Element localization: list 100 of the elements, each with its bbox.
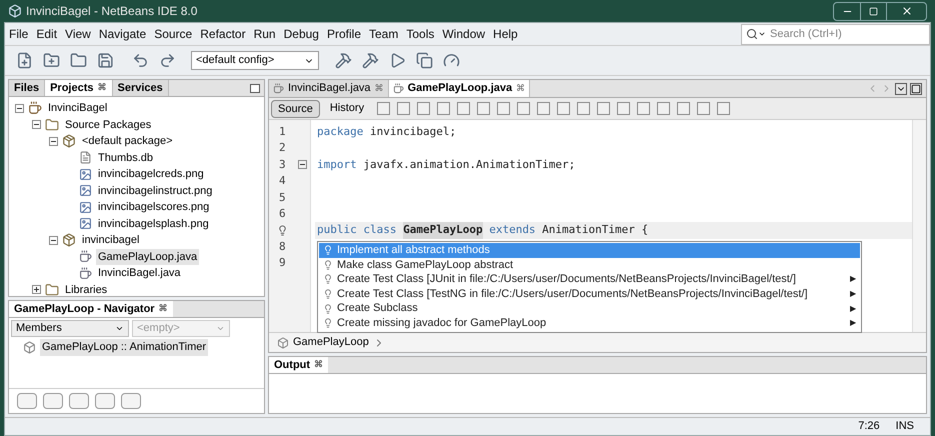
editor-toolbar-icon[interactable] [557, 102, 570, 115]
editor-toolbar-icon[interactable] [477, 102, 490, 115]
menu-item[interactable]: Debug [280, 25, 323, 43]
tree-item[interactable]: invincibagelscores.png [96, 199, 212, 216]
hint-item[interactable]: Create Test Class [TestNG in file:/C:/Users/user/Documents/NetBeansProjects/InvinciBagel/test/] ▶ [319, 286, 860, 302]
lightbulb-icon [323, 260, 333, 270]
hint-item[interactable]: Create Test Class [JUnit in file:/C:/Users/user/Documents/NetBeansProjects/InvinciBagel/test/] ▶ [319, 272, 860, 287]
editor-toolbar-icon[interactable] [497, 102, 510, 115]
tree-item[interactable]: invincibagelsplash.png [96, 216, 211, 232]
tree-item[interactable]: GamePlayLoop.java [96, 248, 200, 265]
panel-tab[interactable]: Projects ⌘ [45, 80, 112, 96]
menu-item[interactable]: File [5, 25, 32, 43]
hint-item[interactable]: Create Subclass ▶ [319, 301, 860, 316]
panel-tab[interactable]: Files [9, 80, 46, 96]
line-number: 6 [279, 206, 286, 222]
line-number: 5 [279, 190, 286, 206]
menu-item[interactable]: Navigate [94, 25, 150, 43]
code-text: AnimationTimer { [541, 222, 648, 238]
java-file-icon [79, 266, 92, 280]
lightbulb-icon [323, 289, 333, 300]
code-text: invincibagel; [368, 124, 456, 140]
code-keyword: public class [317, 222, 398, 238]
panel-title[interactable]: Output ⌘ [269, 357, 328, 373]
editor-toolbar-icon[interactable] [697, 102, 710, 115]
editor-toolbar-icon[interactable] [377, 102, 390, 115]
tree-item[interactable]: InvinciBagel.java [96, 265, 183, 282]
submenu-arrow: ▶ [850, 302, 856, 315]
scrollbar[interactable] [912, 120, 926, 332]
collapse-toggle[interactable] [49, 236, 58, 245]
menu-item[interactable]: Run [250, 25, 280, 43]
image-file-icon [79, 200, 92, 214]
folder-icon [45, 118, 59, 132]
members-dropdown[interactable]: Members [11, 320, 129, 337]
editor-tab[interactable]: InvinciBagel.java ⌘ [269, 80, 389, 97]
image-file-icon [79, 184, 92, 198]
editor-toolbar-icon[interactable] [537, 102, 550, 115]
tree-item[interactable]: Libraries [63, 282, 110, 298]
hint-item[interactable]: Make class GamePlayLoop abstract [319, 258, 860, 272]
tree-item[interactable]: invincibagel [80, 232, 142, 248]
view-tab[interactable]: Source [271, 100, 320, 118]
menu-item[interactable]: Window [438, 25, 490, 43]
line-number: 9 [279, 255, 286, 272]
package-icon [62, 233, 76, 248]
view-tab[interactable]: History [324, 100, 370, 118]
panel-title[interactable]: GamePlayLoop - Navigator ⌘ [9, 301, 173, 317]
tab-list-icon[interactable] [895, 82, 907, 94]
class-icon [23, 341, 36, 354]
image-file-icon [79, 168, 92, 181]
code-keyword: package [317, 124, 364, 140]
tree-item[interactable]: invincibagelinstruct.png [96, 182, 214, 199]
editor-toolbar-icon[interactable] [517, 102, 530, 115]
config-dropdown[interactable]: <default config> [191, 51, 319, 70]
hint-bulb-icon[interactable] [277, 225, 288, 236]
fold-toggle[interactable] [298, 160, 307, 170]
code-keyword: extends [488, 222, 536, 238]
editor-toolbar-icon[interactable] [457, 102, 470, 115]
editor-toolbar-icon[interactable] [677, 102, 690, 115]
maximize-panel-icon[interactable] [910, 82, 922, 94]
tree-item[interactable]: InvinciBagel [46, 100, 110, 116]
tree-item[interactable]: Thumbs.db [96, 150, 156, 166]
menu-item[interactable]: Edit [32, 25, 62, 43]
collapse-toggle[interactable] [49, 136, 58, 146]
editor-toolbar-icon[interactable] [577, 102, 590, 115]
editor-toolbar-icon[interactable] [397, 102, 410, 115]
image-file-icon [79, 217, 92, 230]
folder-icon [45, 282, 59, 297]
editor-toolbar-icon[interactable] [597, 102, 610, 115]
expand-toggle[interactable] [32, 285, 41, 294]
highlighted-identifier: GamePlayLoop [403, 222, 483, 239]
tree-item[interactable]: <default package> [80, 133, 175, 150]
menu-item[interactable]: Profile [322, 25, 365, 43]
collapse-toggle[interactable] [32, 120, 41, 130]
editor-toolbar-icon[interactable] [637, 102, 650, 115]
menu-item[interactable]: Source [150, 25, 196, 43]
panel-tab[interactable]: Services [112, 80, 169, 96]
menu-item[interactable]: Tools [402, 25, 438, 43]
menu-item[interactable]: Refactor [196, 25, 250, 43]
editor-toolbar-icon[interactable] [417, 102, 430, 115]
editor-toolbar-icon[interactable] [657, 102, 670, 115]
lightbulb-icon [323, 304, 333, 314]
editor-toolbar-icon[interactable] [717, 102, 730, 115]
navigator-item[interactable]: GamePlayLoop :: AnimationTimer [40, 339, 208, 356]
lightbulb-icon [323, 245, 333, 256]
close-icon [900, 5, 912, 17]
minimize-panel-icon[interactable] [250, 84, 260, 92]
breadcrumb-item[interactable]: GamePlayLoop [293, 334, 369, 351]
menu-item[interactable]: Team [365, 25, 402, 43]
java-file-icon [79, 250, 92, 264]
editor-toolbar-icon[interactable] [617, 102, 630, 115]
editor-tab[interactable]: GamePlayLoop.java ⌘ [388, 80, 530, 97]
line-number: 4 [279, 173, 286, 190]
caret-icon [216, 324, 225, 333]
editor-toolbar-icon[interactable] [437, 102, 450, 115]
collapse-toggle[interactable] [15, 104, 24, 113]
line-number: 1 [279, 124, 286, 140]
hint-item[interactable]: Create missing javadoc for GamePlayLoop ▶ [319, 316, 860, 331]
menu-item[interactable]: Help [489, 25, 522, 43]
menu-item[interactable]: View [61, 25, 95, 43]
tree-item[interactable]: Source Packages [63, 116, 154, 133]
tree-item[interactable]: invincibagelcreds.png [96, 166, 206, 182]
